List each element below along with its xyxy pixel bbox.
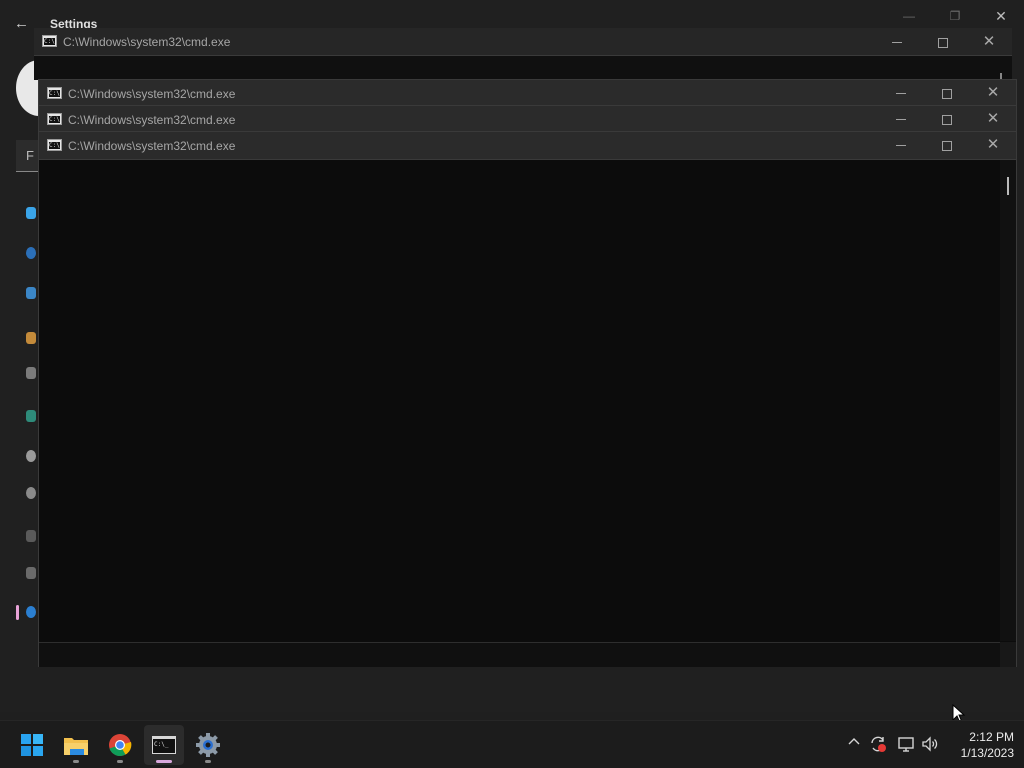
accessibility-nav-icon[interactable] bbox=[26, 530, 36, 542]
close-button[interactable]: ✕ bbox=[966, 28, 1012, 56]
cmd-console-area[interactable] bbox=[39, 160, 1016, 641]
maximize-button[interactable] bbox=[924, 80, 970, 106]
cmd-scrollbar[interactable] bbox=[1000, 160, 1016, 641]
taskbar-command-prompt[interactable]: C:\_ bbox=[144, 725, 184, 765]
minimize-icon bbox=[892, 42, 902, 44]
maximize-button[interactable] bbox=[920, 28, 966, 56]
cmd-window[interactable]: C:\Windows\system32\cmd.exe ✕ bbox=[34, 28, 1012, 80]
cmd-titlebar[interactable]: C:\Windows\system32\cmd.exe ✕ bbox=[39, 132, 1016, 160]
back-arrow-icon[interactable]: ← bbox=[14, 14, 34, 34]
taskbar-clock[interactable]: 2:12 PM 1/13/2023 bbox=[948, 729, 1014, 761]
sync-icon bbox=[871, 736, 886, 752]
chrome-icon bbox=[109, 734, 132, 757]
system-nav-icon[interactable] bbox=[26, 207, 36, 219]
cmd-window-stack[interactable]: C:\Windows\system32\cmd.exe ✕ C:\Windows… bbox=[38, 79, 1017, 667]
chevron-up-icon bbox=[848, 738, 860, 745]
close-icon: ✕ bbox=[982, 33, 996, 50]
taskbar-file-explorer[interactable] bbox=[56, 725, 96, 765]
maximize-button[interactable] bbox=[924, 132, 970, 158]
taskbar-settings[interactable] bbox=[188, 725, 228, 765]
bluetooth-nav-icon[interactable] bbox=[26, 247, 36, 259]
personalization-nav-icon[interactable] bbox=[26, 332, 36, 344]
network-nav-icon[interactable] bbox=[26, 287, 36, 299]
svg-text:C:\_: C:\_ bbox=[154, 741, 169, 748]
close-icon: ✕ bbox=[986, 84, 1000, 101]
maximize-icon bbox=[942, 88, 952, 99]
sync-tray-button[interactable] bbox=[869, 735, 887, 753]
running-indicator bbox=[205, 760, 211, 763]
accounts-nav-icon[interactable] bbox=[26, 410, 36, 422]
cmd-titlebar[interactable]: C:\Windows\system32\cmd.exe ✕ bbox=[34, 28, 1012, 56]
volume-icon bbox=[922, 736, 938, 752]
show-hidden-icons-button[interactable] bbox=[846, 735, 862, 751]
cmd-window-title: C:\Windows\system32\cmd.exe bbox=[68, 139, 236, 153]
minimize-icon bbox=[896, 93, 906, 95]
privacy-nav-icon[interactable] bbox=[26, 567, 36, 579]
folder-icon bbox=[64, 738, 88, 755]
network-tray-button[interactable] bbox=[897, 735, 915, 753]
running-indicator bbox=[73, 760, 79, 763]
cmd-icon bbox=[47, 113, 62, 125]
minimize-icon bbox=[896, 119, 906, 121]
windows-update-nav-icon[interactable] bbox=[26, 606, 36, 618]
active-nav-indicator bbox=[16, 605, 19, 620]
gear-icon bbox=[196, 733, 220, 757]
time-language-nav-icon[interactable] bbox=[26, 450, 36, 462]
windows-start-icon bbox=[21, 734, 43, 756]
network-icon bbox=[898, 737, 914, 752]
minimize-button[interactable] bbox=[878, 132, 924, 158]
close-icon: ✕ bbox=[986, 110, 1000, 127]
close-button[interactable]: ✕ bbox=[970, 106, 1016, 132]
minimize-button[interactable] bbox=[878, 106, 924, 132]
minimize-button[interactable] bbox=[878, 80, 924, 106]
close-icon: ✕ bbox=[986, 136, 1000, 153]
desktop: ← Settings — ❐ ✕ F C:\Windows\system32\c… bbox=[0, 0, 1024, 768]
cmd-icon bbox=[47, 139, 62, 151]
cmd-window-title: C:\Windows\system32\cmd.exe bbox=[68, 113, 236, 127]
cmd-titlebar[interactable]: C:\Windows\system32\cmd.exe ✕ bbox=[39, 106, 1016, 132]
maximize-button[interactable] bbox=[924, 106, 970, 132]
settings-minimize-button[interactable]: — bbox=[896, 6, 922, 26]
active-indicator bbox=[156, 760, 172, 763]
terminal-icon: C:\_ bbox=[152, 736, 176, 754]
cmd-window-title: C:\Windows\system32\cmd.exe bbox=[68, 87, 236, 101]
running-indicator bbox=[117, 760, 123, 763]
clock-time: 2:12 PM bbox=[969, 730, 1014, 744]
settings-search-input[interactable]: F bbox=[16, 140, 38, 172]
cmd-icon bbox=[42, 35, 57, 47]
close-button[interactable]: ✕ bbox=[970, 132, 1016, 158]
cmd-titlebar[interactable]: C:\Windows\system32\cmd.exe ✕ bbox=[39, 80, 1016, 106]
cmd-icon bbox=[47, 87, 62, 99]
cmd-window-title: C:\Windows\system32\cmd.exe bbox=[63, 35, 231, 49]
maximize-icon bbox=[938, 37, 948, 48]
close-button[interactable]: ✕ bbox=[970, 80, 1016, 106]
taskbar-chrome[interactable] bbox=[100, 725, 140, 765]
gaming-nav-icon[interactable] bbox=[26, 487, 36, 499]
minimize-button[interactable] bbox=[874, 28, 920, 56]
clock-date: 1/13/2023 bbox=[960, 746, 1014, 760]
cmd-lower-window-edge bbox=[39, 642, 1016, 667]
cmd-lower-scrollbar[interactable] bbox=[1000, 642, 1016, 667]
taskbar: C:\_ 2:12 PM 1/13/2023 bbox=[0, 720, 1024, 768]
maximize-icon bbox=[942, 140, 952, 151]
start-button[interactable] bbox=[12, 725, 52, 765]
minimize-icon bbox=[896, 145, 906, 147]
apps-nav-icon[interactable] bbox=[26, 367, 36, 379]
settings-restore-button[interactable]: ❐ bbox=[942, 6, 968, 26]
maximize-icon bbox=[942, 114, 952, 125]
settings-close-button[interactable]: ✕ bbox=[988, 6, 1014, 26]
cmd-scroll-thumb[interactable] bbox=[1007, 177, 1009, 195]
volume-tray-button[interactable] bbox=[921, 735, 939, 753]
